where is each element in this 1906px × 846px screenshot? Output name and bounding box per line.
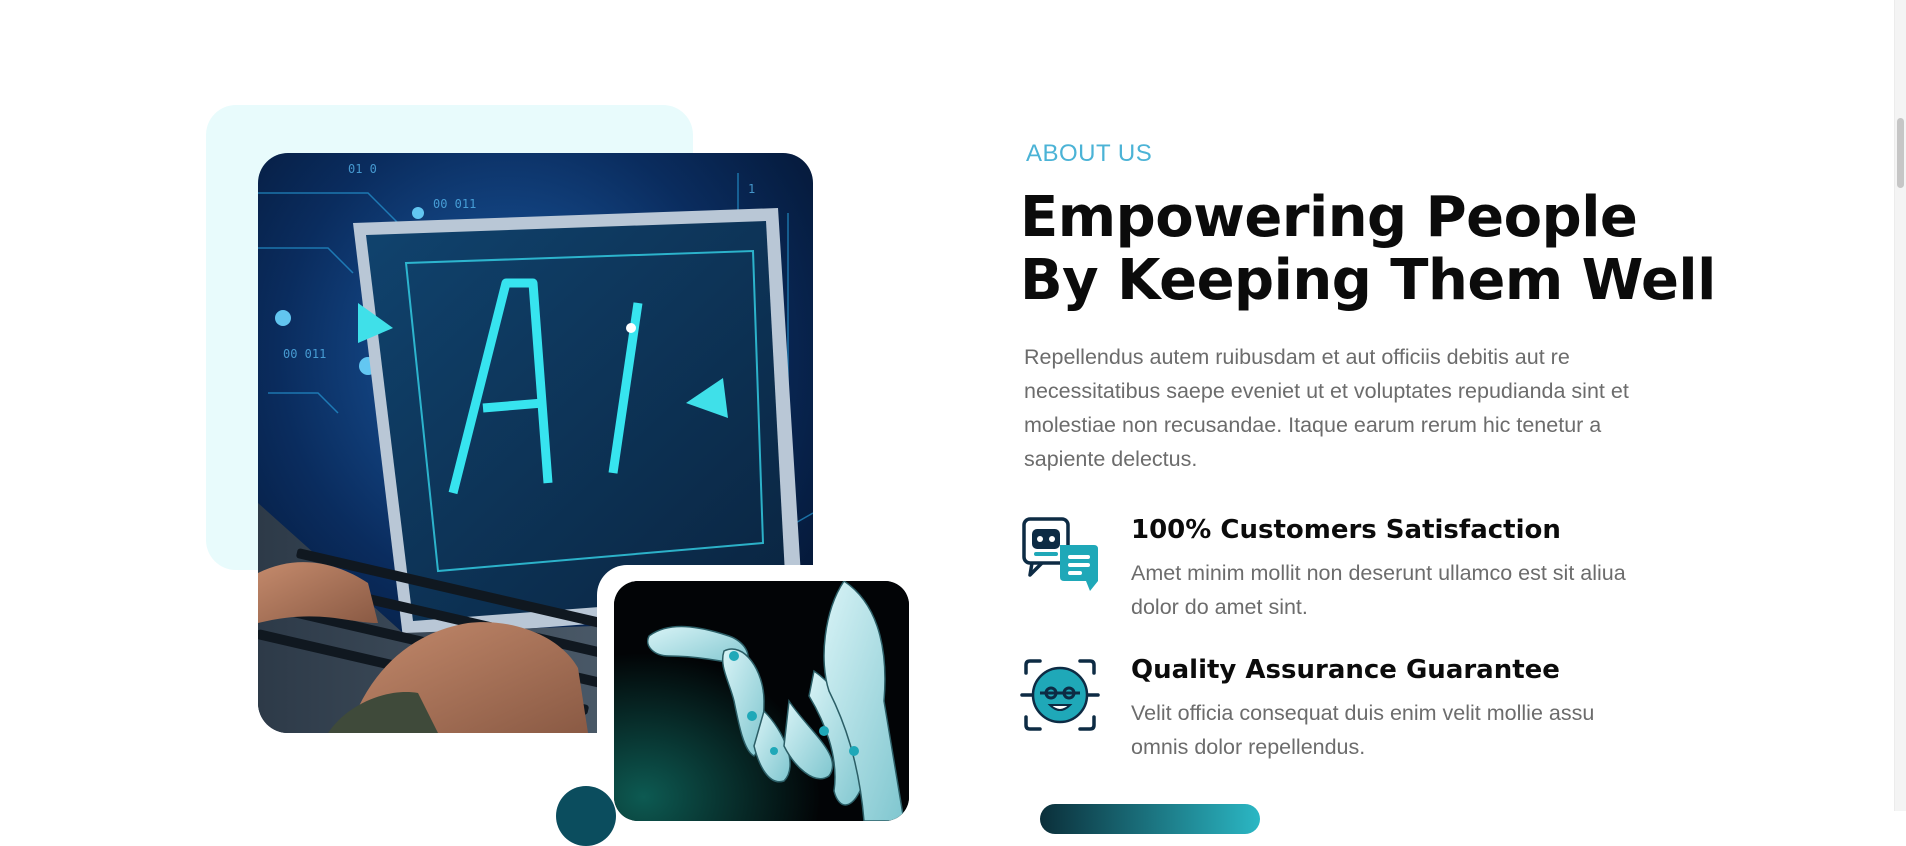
scrollbar-thumb[interactable]: [1897, 118, 1904, 188]
heading-line-2: By Keeping Them Well: [1020, 248, 1716, 313]
svg-text:01 0: 01 0: [348, 162, 377, 176]
chatbot-icon: [1020, 515, 1100, 595]
section-heading: Empowering People By Keeping Them Well: [1020, 185, 1716, 313]
heading-line-1: Empowering People: [1020, 185, 1638, 250]
decorative-dark-circle: [556, 786, 616, 846]
intro-paragraph: Repellendus autem ruibusdam et aut offic…: [1024, 345, 1629, 471]
about-section-content: ABOUT US Empowering People By Keeping Th…: [1018, 140, 1716, 759]
svg-text:00 011: 00 011: [433, 197, 476, 211]
page-scrollbar[interactable]: [1894, 0, 1906, 811]
secondary-photo-robot-hand: [614, 581, 909, 821]
face-scan-icon: [1020, 655, 1100, 735]
section-eyebrow: ABOUT US: [1026, 140, 1153, 167]
feature-description: Amet minim mollit non deserunt ullamco e…: [1131, 561, 1626, 619]
svg-text:1: 1: [748, 182, 755, 196]
svg-text:00 011: 00 011: [283, 347, 326, 361]
cta-button[interactable]: [1040, 804, 1260, 834]
feature-title: Quality Assurance Guarantee: [1131, 655, 1560, 685]
feature-title: 100% Customers Satisfaction: [1131, 515, 1561, 545]
feature-description: Velit officia consequat duis enim velit …: [1131, 701, 1595, 759]
